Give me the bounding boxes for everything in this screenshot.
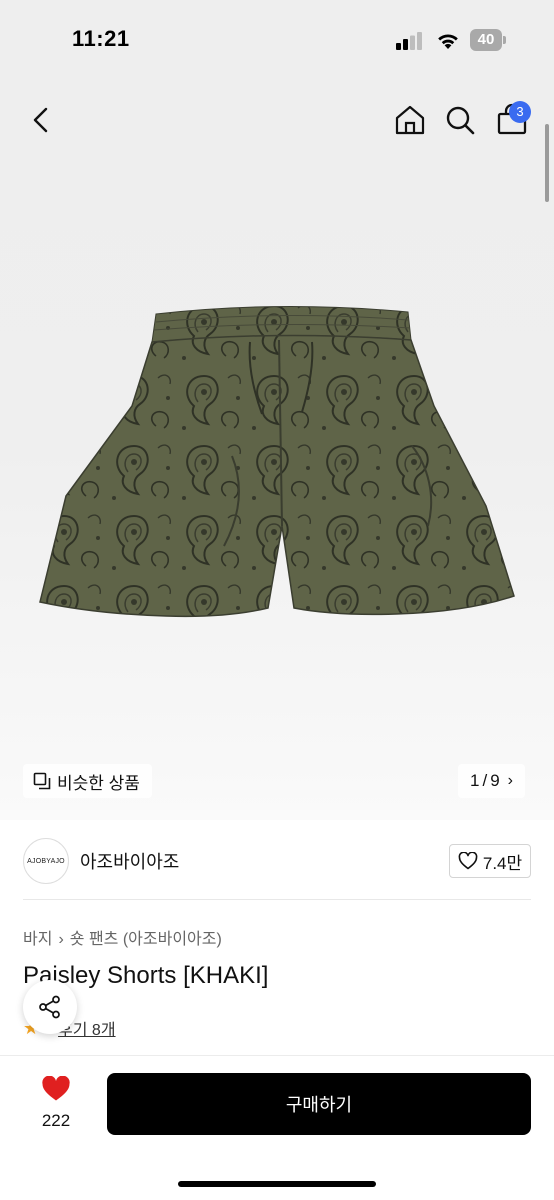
gallery-page-separator: / [482, 771, 488, 790]
battery-indicator: 40 [470, 29, 506, 51]
wishlist-button[interactable]: 222 [28, 1075, 84, 1131]
brand-like-button[interactable]: 7.4만 [449, 844, 531, 878]
divider [23, 899, 531, 900]
similar-items-icon [33, 772, 51, 790]
search-icon[interactable] [440, 100, 480, 140]
chevron-right-icon: › [58, 931, 64, 948]
home-indicator[interactable] [178, 1181, 376, 1187]
gallery-total-pages: 9 [490, 771, 500, 790]
product-image[interactable] [36, 296, 526, 686]
breadcrumb[interactable]: 바지 › 숏 팬츠 (아조바이아조) [23, 925, 222, 949]
share-icon [39, 995, 60, 1019]
wifi-icon [438, 34, 458, 49]
heart-outline-icon [458, 852, 478, 870]
battery-level: 40 [477, 31, 495, 48]
brand-like-count: 7.4만 [482, 853, 523, 873]
bottom-bar-divider [0, 1055, 554, 1056]
buy-button[interactable]: 구매하기 [107, 1073, 531, 1135]
brand-logo-text: AJOBYAJO [27, 857, 65, 865]
similar-items-label: 비슷한 상품 [57, 773, 140, 793]
back-icon[interactable] [22, 100, 62, 140]
heart-filled-icon [42, 1075, 70, 1101]
similar-items-button[interactable]: 비슷한 상품 [23, 764, 152, 798]
status-time: 11:21 [72, 26, 130, 51]
gallery-page-indicator[interactable]: 1 / 9 › [458, 764, 525, 798]
breadcrumb-category[interactable]: 바지 [23, 931, 52, 948]
scrollbar[interactable] [545, 124, 549, 202]
gallery-current-page: 1 [470, 771, 480, 790]
wishlist-count: 222 [41, 1111, 71, 1130]
home-icon[interactable] [390, 100, 430, 140]
cart-count-badge: 3 [509, 101, 531, 123]
brand-name[interactable]: 아조바이아조 [80, 848, 179, 874]
breadcrumb-subcategory[interactable]: 숏 팬츠 (아조바이아조) [70, 931, 222, 948]
brand-logo[interactable]: AJOBYAJO [23, 838, 69, 884]
cellular-signal-icon [396, 32, 422, 50]
chevron-right-icon: › [507, 772, 513, 789]
share-button[interactable] [23, 980, 77, 1034]
